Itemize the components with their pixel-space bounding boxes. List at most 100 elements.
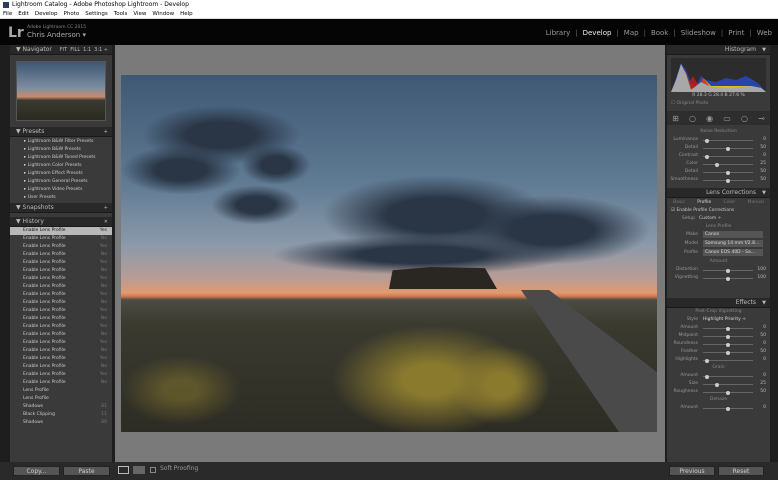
paste-button[interactable]: Paste bbox=[63, 466, 110, 476]
original-photo-checkbox[interactable]: ☐ Original Photo bbox=[667, 100, 770, 108]
before-after-icon[interactable] bbox=[133, 466, 145, 474]
history-item[interactable]: Enable Lens Profile No bbox=[10, 235, 112, 243]
history-item[interactable]: Enable Lens Profile No bbox=[10, 379, 112, 387]
slider-thumb[interactable] bbox=[714, 162, 719, 167]
slider-contrast[interactable]: Contrast 0 bbox=[667, 152, 770, 160]
enable-profile-corrections-checkbox[interactable]: ☑ Enable Profile Corrections bbox=[667, 207, 770, 215]
slider-thumb[interactable] bbox=[705, 154, 710, 159]
menu-photo[interactable]: Photo bbox=[64, 10, 80, 18]
zoom-options[interactable]: FIT FILL 1:1 3:1 ÷ bbox=[57, 45, 108, 55]
module-library[interactable]: Library bbox=[546, 29, 570, 37]
preset-folder[interactable]: ▸ Lightroom B&W Filter Presets bbox=[10, 138, 112, 146]
slider-detail[interactable]: Detail 50 bbox=[667, 144, 770, 152]
history-item[interactable]: Shadows 60 bbox=[10, 419, 112, 427]
slider-track[interactable] bbox=[703, 390, 753, 395]
history-item[interactable]: Black Clipping 11 bbox=[10, 411, 112, 419]
photo-preview[interactable] bbox=[121, 75, 657, 432]
lens-model-select[interactable]: Samsung 14 mm f/2.8... bbox=[703, 240, 763, 247]
slider-track[interactable] bbox=[703, 146, 753, 151]
history-item[interactable]: Enable Lens Profile No bbox=[10, 331, 112, 339]
slider-thumb[interactable] bbox=[726, 178, 730, 183]
slider-thumb[interactable] bbox=[714, 382, 719, 387]
soft-proofing-checkbox[interactable] bbox=[150, 467, 156, 473]
menu-file[interactable]: File bbox=[3, 10, 12, 18]
navigator-header[interactable]: ▼ Navigator FIT FILL 1:1 3:1 ÷ bbox=[10, 45, 112, 55]
slider-feather[interactable]: Feather 50 bbox=[667, 348, 770, 356]
loupe-view-icon[interactable] bbox=[118, 466, 129, 474]
menu-tools[interactable]: Tools bbox=[114, 10, 128, 18]
module-book[interactable]: Book bbox=[651, 29, 668, 37]
slider-thumb[interactable] bbox=[726, 342, 730, 347]
tab-profile[interactable]: Profile bbox=[697, 198, 711, 207]
slider-track[interactable] bbox=[703, 276, 753, 281]
lens-make-select[interactable]: Canon bbox=[703, 231, 763, 238]
slider-track[interactable] bbox=[703, 334, 753, 339]
setup-select[interactable]: Custom ÷ bbox=[699, 215, 721, 223]
histogram-header[interactable]: Histogram ▼ bbox=[667, 45, 770, 55]
presets-header[interactable]: ▼ Presets + bbox=[10, 127, 112, 137]
histogram-chart[interactable] bbox=[671, 58, 766, 92]
tab-color[interactable]: Color bbox=[724, 198, 736, 207]
module-map[interactable]: Map bbox=[624, 29, 639, 37]
menu-settings[interactable]: Settings bbox=[85, 10, 108, 18]
history-item[interactable]: Enable Lens Profile Yes bbox=[10, 307, 112, 315]
module-develop[interactable]: Develop bbox=[583, 29, 612, 37]
history-item[interactable]: Enable Lens Profile Yes bbox=[10, 243, 112, 251]
graduated-filter-icon[interactable]: ▭ bbox=[723, 114, 731, 123]
history-item[interactable]: Enable Lens Profile Yes bbox=[10, 227, 112, 235]
lens-profile-select[interactable]: Canon EOS 40D - Sa... bbox=[703, 249, 763, 256]
module-web[interactable]: Web bbox=[757, 29, 772, 37]
radial-filter-icon[interactable]: ○ bbox=[741, 114, 748, 123]
slider-track[interactable] bbox=[703, 268, 753, 273]
add-snapshot-icon[interactable]: + bbox=[104, 203, 108, 213]
slider-thumb[interactable] bbox=[726, 276, 730, 281]
menu-develop[interactable]: Develop bbox=[35, 10, 58, 18]
zoom-option[interactable]: 1:1 bbox=[83, 47, 91, 53]
history-item[interactable]: Enable Lens Profile Yes bbox=[10, 275, 112, 283]
history-item[interactable]: Lens Profile bbox=[10, 387, 112, 395]
slider-amount[interactable]: Amount 0 bbox=[667, 404, 770, 412]
history-item[interactable]: Enable Lens Profile No bbox=[10, 363, 112, 371]
slider-distortion[interactable]: Distortion 100 bbox=[667, 266, 770, 274]
slider-thumb[interactable] bbox=[726, 146, 730, 151]
preset-folder[interactable]: ▸ Lightroom B&W Toned Presets bbox=[10, 154, 112, 162]
slider-smoothness[interactable]: Smoothness 50 bbox=[667, 176, 770, 184]
slider-highlights[interactable]: Highlights 0 bbox=[667, 356, 770, 364]
module-slideshow[interactable]: Slideshow bbox=[681, 29, 716, 37]
preset-folder[interactable]: ▸ Lightroom Effect Presets bbox=[10, 170, 112, 178]
slider-track[interactable] bbox=[703, 138, 753, 143]
crop-tool-icon[interactable]: ⊞ bbox=[672, 114, 679, 123]
slider-roughness[interactable]: Roughness 50 bbox=[667, 388, 770, 396]
slider-roundness[interactable]: Roundness 0 bbox=[667, 340, 770, 348]
slider-midpoint[interactable]: Midpoint 50 bbox=[667, 332, 770, 340]
menu-help[interactable]: Help bbox=[180, 10, 193, 18]
history-item[interactable]: Enable Lens Profile No bbox=[10, 299, 112, 307]
menu-view[interactable]: View bbox=[133, 10, 146, 18]
effects-header[interactable]: Effects ▼ bbox=[667, 298, 770, 308]
slider-track[interactable] bbox=[703, 154, 753, 159]
slider-thumb[interactable] bbox=[726, 170, 730, 175]
history-item[interactable]: Enable Lens Profile Yes bbox=[10, 259, 112, 267]
reset-button[interactable]: Reset bbox=[718, 466, 764, 476]
slider-thumb[interactable] bbox=[726, 326, 730, 331]
slider-track[interactable] bbox=[703, 374, 753, 379]
history-item[interactable]: Enable Lens Profile No bbox=[10, 283, 112, 291]
image-canvas[interactable] bbox=[115, 45, 665, 462]
module-print[interactable]: Print bbox=[728, 29, 744, 37]
brush-tool-icon[interactable]: ⊸ bbox=[758, 114, 765, 123]
history-item[interactable]: Enable Lens Profile Yes bbox=[10, 371, 112, 379]
slider-vignetting[interactable]: Vignetting 100 bbox=[667, 274, 770, 282]
slider-thumb[interactable] bbox=[726, 350, 730, 355]
history-item[interactable]: Shadows 61 bbox=[10, 403, 112, 411]
slider-luminance[interactable]: Luminance 0 bbox=[667, 136, 770, 144]
spot-removal-icon[interactable]: ○ bbox=[689, 114, 696, 123]
slider-track[interactable] bbox=[703, 178, 753, 183]
slider-thumb[interactable] bbox=[726, 334, 730, 339]
slider-size[interactable]: Size 25 bbox=[667, 380, 770, 388]
history-item[interactable]: Enable Lens Profile Yes bbox=[10, 339, 112, 347]
history-item[interactable]: Enable Lens Profile No bbox=[10, 267, 112, 275]
add-preset-icon[interactable]: + bbox=[104, 127, 108, 137]
history-item[interactable]: Enable Lens Profile Yes bbox=[10, 355, 112, 363]
slider-thumb[interactable] bbox=[726, 390, 730, 395]
history-item[interactable]: Enable Lens Profile No bbox=[10, 347, 112, 355]
